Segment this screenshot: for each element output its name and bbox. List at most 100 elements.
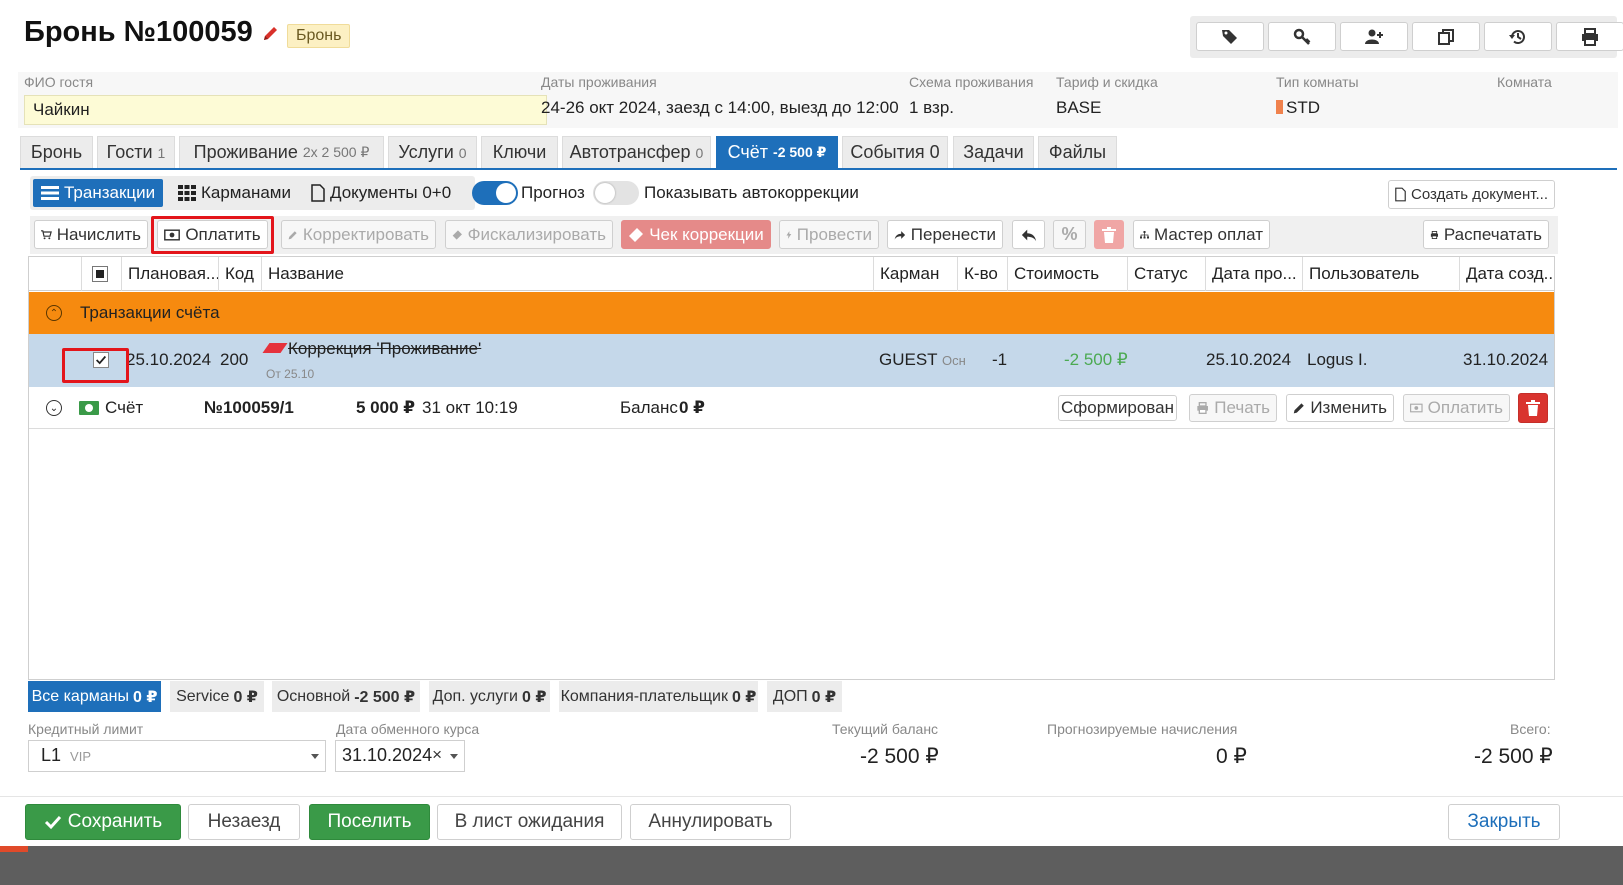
column-header[interactable]: Дата про...	[1205, 257, 1302, 291]
share-arrow-icon	[894, 230, 906, 240]
invoice-print-button[interactable]: Печать	[1189, 394, 1277, 422]
tab-label: Счёт	[727, 142, 769, 162]
forecast-label: Прогноз	[521, 183, 585, 202]
invoice-row[interactable]: ⌄ Счёт №100059/1 5 000 ₽ 31 окт 10:19 Ба…	[29, 387, 1554, 429]
button-label: Сформирован	[1061, 398, 1174, 417]
button-label: Закрыть	[1467, 811, 1541, 832]
column-header[interactable]: Дата созд...	[1459, 257, 1554, 291]
tab-label: Бронь	[30, 142, 83, 162]
tab-keys[interactable]: Ключи	[481, 136, 558, 168]
cancel-booking-button[interactable]: Аннулировать	[630, 804, 791, 840]
add-guest-button[interactable]	[1340, 22, 1408, 51]
tags-button[interactable]	[1196, 22, 1264, 51]
column-header[interactable]: Пользователь	[1302, 257, 1459, 291]
pocket-tab-value: 0 ₽	[233, 688, 258, 706]
post-button[interactable]: Провести	[779, 220, 879, 249]
discount-button[interactable]: %	[1053, 220, 1086, 249]
invoice-status-button[interactable]: Сформирован	[1058, 395, 1177, 421]
transfer-button[interactable]: Перенести	[887, 220, 1003, 249]
pocket-tab-main[interactable]: Основной -2 500 ₽	[272, 681, 420, 712]
column-header[interactable]: К-во	[957, 257, 1007, 291]
button-label: Мастер оплат	[1154, 224, 1263, 244]
correction-check-button[interactable]: Чек коррекции	[621, 220, 771, 249]
select-all-checkbox[interactable]	[92, 266, 108, 282]
fiscalize-button[interactable]: Фискализировать	[445, 220, 613, 249]
credit-limit-value: L1	[41, 745, 62, 765]
tab-booking[interactable]: Бронь	[20, 136, 93, 168]
dates-value[interactable]: 24-26 окт 2024, заезд с 14:00, выезд до …	[541, 98, 899, 118]
caret-down-icon[interactable]	[450, 754, 458, 759]
pocket-tab-all[interactable]: Все карманы 0 ₽	[28, 681, 161, 712]
history-button[interactable]	[1484, 22, 1552, 51]
print-button[interactable]	[1556, 22, 1623, 51]
clear-icon[interactable]: ×	[432, 745, 442, 765]
exchange-date-field[interactable]: 31.10.2024 ×	[335, 740, 465, 772]
check-in-button[interactable]: Поселить	[309, 804, 430, 840]
create-document-button[interactable]: Создать документ...	[1388, 180, 1555, 209]
waitlist-button[interactable]: В лист ожидания	[437, 804, 622, 840]
tab-count: 1	[157, 144, 166, 161]
key-button[interactable]	[1268, 22, 1336, 51]
correct-button[interactable]: Корректировать	[281, 220, 436, 249]
scheme-value[interactable]: 1 взр.	[909, 98, 954, 118]
room-type-value[interactable]: STD	[1276, 98, 1320, 118]
close-button[interactable]: Закрыть	[1448, 804, 1560, 840]
charge-button[interactable]: Начислить	[34, 220, 148, 249]
tab-invoice[interactable]: Счёт -2 500 ₽	[716, 136, 838, 168]
tab-events[interactable]: События 0	[842, 136, 948, 168]
collapse-icon[interactable]: ⌃	[46, 305, 62, 321]
credit-limit-select[interactable]: L1 VIP	[28, 740, 326, 772]
button-label: Оплатить	[1427, 398, 1503, 417]
autocorrections-label: Показывать автокоррекции	[644, 183, 859, 202]
forecast-toggle[interactable]	[472, 181, 518, 205]
undo-button[interactable]	[1012, 220, 1045, 249]
invoice-edit-button[interactable]: Изменить	[1286, 394, 1394, 422]
tab-stay[interactable]: Проживание 2x 2 500 ₽	[179, 136, 384, 168]
tab-transfer[interactable]: Автотрансфер 0	[562, 136, 711, 168]
invoice-delete-button[interactable]	[1518, 393, 1548, 423]
group-row[interactable]: ⌃ Транзакции счёта	[29, 292, 1554, 334]
edit-pencil-icon[interactable]	[262, 24, 280, 48]
exchange-date-label: Дата обменного курса	[336, 721, 480, 737]
subtab-documents[interactable]: Документы 0+0	[303, 179, 459, 207]
transactions-grid: Плановая... Код Название Карман К-во Сто…	[28, 256, 1555, 680]
pocket-tab-dop[interactable]: ДОП 0 ₽	[767, 681, 842, 712]
copy-button[interactable]	[1412, 22, 1480, 51]
column-header[interactable]: Стоимость	[1007, 257, 1127, 291]
button-label: Распечатать	[1443, 224, 1542, 244]
pocket-tab-company[interactable]: Компания-плательщик 0 ₽	[559, 681, 758, 712]
autocorrections-toggle[interactable]	[593, 181, 639, 205]
tab-guests[interactable]: Гости 1	[97, 136, 175, 168]
cart-icon	[41, 229, 52, 239]
pocket-tab-extra[interactable]: Доп. услуги 0 ₽	[429, 681, 550, 712]
highlight-row-checkbox	[62, 348, 129, 383]
subtab-transactions[interactable]: Транзакции	[33, 179, 164, 207]
column-header[interactable]: Код	[218, 257, 261, 291]
table-row[interactable]: 25.10.2024 200 Коррекция 'Проживание' От…	[29, 334, 1554, 387]
group-label: Транзакции счёта	[80, 303, 220, 322]
money-icon	[79, 401, 99, 415]
tab-tasks[interactable]: Задачи	[953, 136, 1034, 168]
no-show-button[interactable]: Незаезд	[188, 804, 300, 840]
delete-transaction-button[interactable]	[1094, 220, 1124, 249]
check-icon	[44, 815, 61, 830]
print-transactions-button[interactable]: Распечатать	[1423, 220, 1549, 249]
expand-icon[interactable]: ⌄	[46, 400, 62, 416]
payment-wizard-button[interactable]: Мастер оплат	[1133, 220, 1270, 249]
pocket-tab-service[interactable]: Service 0 ₽	[170, 681, 264, 712]
tab-label: События	[850, 142, 925, 162]
tab-files[interactable]: Файлы	[1038, 136, 1117, 168]
column-header[interactable]: Статус	[1127, 257, 1205, 291]
select-all-cell[interactable]	[81, 257, 121, 291]
save-button[interactable]: Сохранить	[25, 804, 181, 840]
button-label: Сохранить	[67, 811, 163, 832]
column-header[interactable]: Плановая...	[121, 257, 218, 291]
column-header[interactable]: Карман	[873, 257, 957, 291]
column-header[interactable]: Название	[261, 257, 873, 291]
tariff-value[interactable]: BASE	[1056, 98, 1101, 118]
invoice-pay-button[interactable]: Оплатить	[1403, 394, 1510, 422]
credit-limit-sub: VIP	[70, 749, 92, 764]
guest-name-field[interactable]: Чайкин	[24, 95, 547, 125]
tab-services[interactable]: Услуги 0	[388, 136, 477, 168]
subtab-pockets[interactable]: Карманами	[170, 179, 299, 207]
